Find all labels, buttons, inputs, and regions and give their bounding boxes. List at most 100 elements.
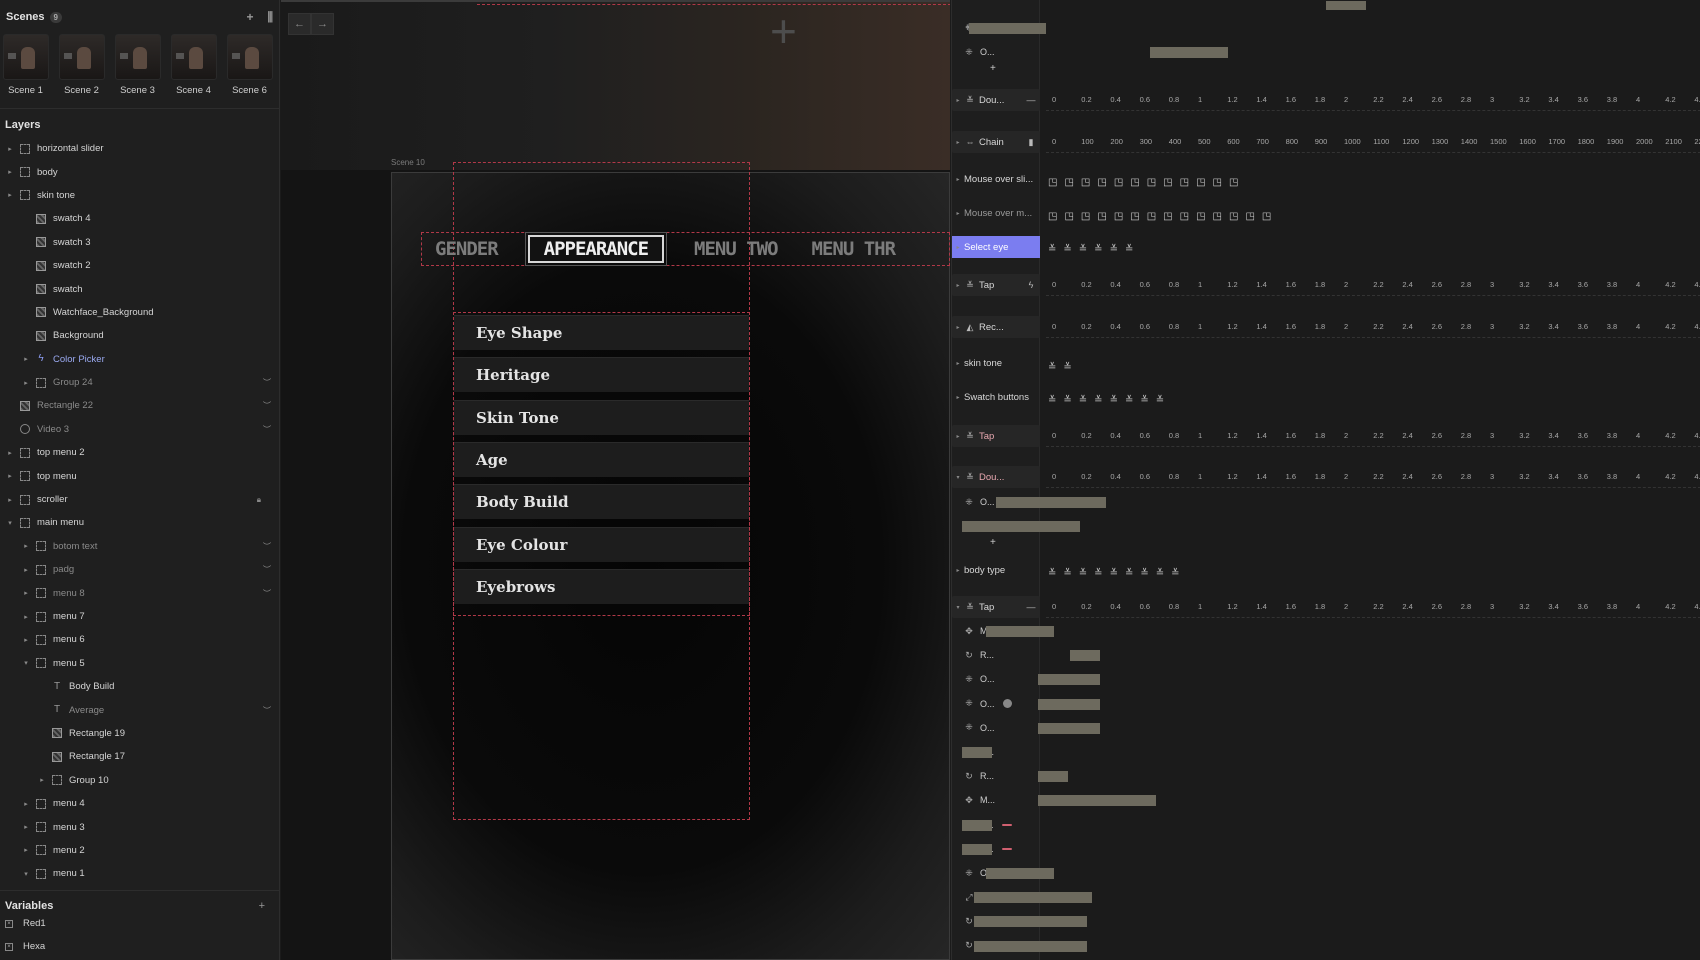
state-icon[interactable]: ◳ — [1196, 177, 1205, 188]
menu-item-eye-colour[interactable]: Eye Colour — [454, 527, 749, 562]
variable-item[interactable]: × Red1 — [0, 912, 279, 935]
state-icon[interactable]: ≚ — [1094, 395, 1102, 406]
animation-layer[interactable]: ⁜ O... — [962, 668, 994, 690]
layer-row[interactable]: ▸ menu 7 — [0, 605, 279, 628]
add-variable-icon[interactable]: + — [259, 900, 265, 912]
expand-arrow-icon[interactable]: ▸ — [20, 589, 32, 597]
track-header[interactable]: ▸ ⇔ Chain ▮ — [952, 131, 1040, 153]
layer-row[interactable]: ▸ Group 10 — [0, 769, 279, 792]
expand-arrow-icon[interactable]: ▸ — [952, 567, 964, 574]
layer-row[interactable]: Watchface_Background — [0, 301, 279, 324]
expand-arrow-icon[interactable]: ▸ — [20, 846, 32, 854]
expand-arrow-icon[interactable]: ▸ — [20, 636, 32, 644]
layer-row[interactable]: ▸ padg ︶ — [0, 558, 279, 581]
add-animation-icon[interactable]: + — [990, 537, 996, 548]
state-icon[interactable]: ≚ — [1140, 395, 1148, 406]
menu-item-body-build[interactable]: Body Build — [454, 484, 749, 519]
menu-item-eyebrows[interactable]: Eyebrows — [454, 569, 749, 604]
track-option-icon[interactable]: — — [1026, 95, 1036, 105]
layer-row[interactable]: Rectangle 17 — [0, 745, 279, 768]
layer-row[interactable]: swatch 2 — [0, 254, 279, 277]
back-arrow-icon[interactable]: ← — [288, 13, 311, 35]
state-icon[interactable]: ≚ — [1110, 395, 1118, 406]
state-icon[interactable]: ≚ — [1063, 244, 1071, 255]
expand-arrow-icon[interactable]: ▾ — [4, 519, 16, 527]
track-option-icon[interactable]: — — [1026, 602, 1036, 612]
expand-arrow-icon[interactable]: ▸ — [952, 210, 964, 217]
state-icon[interactable]: ◳ — [1081, 211, 1090, 222]
animation-bar[interactable] — [1038, 674, 1100, 686]
track-header[interactable]: ▾ ≚ Tap — — [952, 596, 1040, 618]
expand-arrow-icon[interactable]: ▸ — [4, 191, 16, 199]
state-icon[interactable]: ≚ — [1125, 395, 1133, 406]
animation-bar[interactable] — [962, 843, 992, 855]
layer-row[interactable]: ▸ menu 3 — [0, 815, 279, 838]
layer-row[interactable]: ▸ botom text ︶ — [0, 535, 279, 558]
layer-row[interactable]: swatch — [0, 277, 279, 300]
animation-bar[interactable] — [996, 497, 1106, 508]
state-icon[interactable]: ◳ — [1213, 211, 1222, 222]
animation-layer[interactable]: ⁜ O... — [962, 717, 994, 739]
hidden-eye-icon[interactable]: ︶ — [263, 705, 271, 716]
animation-bar[interactable] — [962, 747, 992, 758]
scene-thumb[interactable]: Scene 3 — [114, 34, 161, 96]
track-header[interactable]: ▸ skin tone — [952, 352, 1040, 374]
scene-thumb[interactable]: Scene 6 — [226, 34, 273, 96]
hidden-eye-icon[interactable]: ︶ — [263, 400, 271, 411]
expand-arrow-icon[interactable]: ▸ — [952, 433, 964, 440]
state-icon[interactable]: ◳ — [1048, 177, 1057, 188]
layer-row[interactable]: T Average ︶ — [0, 698, 279, 721]
state-icon[interactable]: ≚ — [1140, 568, 1148, 579]
animation-bar[interactable] — [1150, 47, 1228, 58]
expand-arrow-icon[interactable]: ▸ — [952, 176, 964, 183]
state-icon[interactable]: ≚ — [1079, 244, 1087, 255]
state-icon[interactable]: ≚ — [1048, 244, 1056, 255]
state-icon[interactable]: ≚ — [1156, 395, 1164, 406]
state-icon[interactable]: ≚ — [1048, 395, 1056, 406]
state-icon[interactable]: ◳ — [1229, 211, 1238, 222]
state-icon[interactable]: ≚ — [1063, 362, 1071, 373]
animation-layer[interactable]: ↻ R... — [962, 644, 994, 666]
state-icon[interactable]: ≚ — [1063, 568, 1071, 579]
state-icon[interactable]: ◳ — [1064, 211, 1073, 222]
state-icon[interactable]: ◳ — [1048, 211, 1057, 222]
expand-arrow-icon[interactable]: ▸ — [952, 139, 964, 146]
animation-bar[interactable] — [1038, 698, 1100, 710]
animation-bar[interactable] — [974, 892, 1092, 904]
add-scene-icon[interactable]: + — [246, 10, 253, 24]
expand-arrow-icon[interactable]: ▾ — [952, 604, 964, 611]
menu-item-age[interactable]: Age — [454, 442, 749, 477]
state-icon[interactable]: ≚ — [1171, 568, 1179, 579]
animation-layer[interactable]: ↻ R... — [962, 765, 994, 787]
layer-row[interactable]: ▾ menu 5 — [0, 652, 279, 675]
forward-arrow-icon[interactable]: → — [311, 13, 334, 35]
track-option-icon[interactable]: ϟ — [1026, 280, 1036, 290]
state-icon[interactable]: ≚ — [1048, 568, 1056, 579]
layer-row[interactable]: ▸ scroller 🔒︎ — [0, 488, 279, 511]
state-icon[interactable]: ◳ — [1147, 211, 1156, 222]
track-header[interactable]: ▸ Mouse over m... — [952, 202, 1040, 224]
expand-arrow-icon[interactable]: ▸ — [20, 566, 32, 574]
layer-row[interactable]: ▾ main menu — [0, 511, 279, 534]
expand-arrow-icon[interactable]: ▸ — [20, 355, 32, 363]
layer-row[interactable]: ▸ menu 2 — [0, 839, 279, 862]
animation-bar[interactable] — [1326, 1, 1366, 10]
animation-layer[interactable]: ⁜ O... — [962, 693, 1012, 715]
canvas-viewport[interactable]: ← → + Scene 10 GENDER APPEARANCE MENU TW… — [281, 0, 950, 960]
track-header[interactable]: ▸ Select eye — [952, 236, 1040, 258]
expand-arrow-icon[interactable]: ▸ — [20, 613, 32, 621]
animation-bar[interactable] — [974, 916, 1087, 928]
animation-bar[interactable] — [962, 521, 1080, 532]
expand-arrow-icon[interactable]: ▾ — [20, 870, 32, 878]
animation-layer[interactable]: ✥ M... — [962, 789, 995, 811]
layer-row[interactable]: ▸ menu 6 — [0, 628, 279, 651]
state-icon[interactable]: ◳ — [1262, 211, 1271, 222]
track-header[interactable]: ▸ Mouse over sli... — [952, 168, 1040, 190]
state-icon[interactable]: ◳ — [1064, 177, 1073, 188]
state-icon[interactable]: ≚ — [1110, 568, 1118, 579]
expand-arrow-icon[interactable]: ▾ — [20, 659, 32, 667]
state-icon[interactable]: ◳ — [1196, 211, 1205, 222]
track-header[interactable]: ▾ ≚ Dou... — [952, 466, 1040, 488]
layer-row[interactable]: ▸ menu 8 ︶ — [0, 581, 279, 604]
hidden-eye-icon[interactable]: ︶ — [263, 541, 271, 552]
